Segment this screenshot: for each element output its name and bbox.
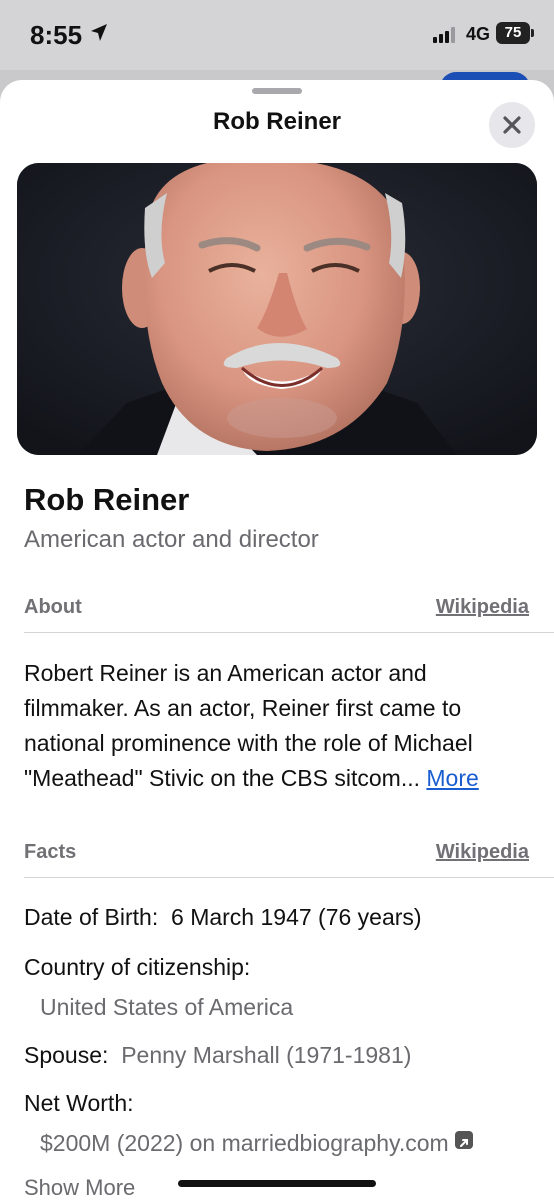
external-link-icon bbox=[454, 1131, 473, 1149]
entity-description: American actor and director bbox=[24, 526, 319, 553]
close-icon bbox=[503, 116, 521, 134]
knowledge-sheet: Rob Reiner Rob Reiner American actor and… bbox=[0, 80, 554, 1200]
about-source-link[interactable]: Wikipedia bbox=[436, 596, 529, 619]
fact-label: Spouse: bbox=[24, 1042, 109, 1068]
fact-value: $200M (2022) on marriedbiography.com bbox=[40, 1130, 449, 1156]
about-heading: About bbox=[24, 596, 82, 618]
fact-spouse: Spouse: Penny Marshall (1971-1981) bbox=[24, 1042, 411, 1069]
person-photo[interactable] bbox=[17, 163, 537, 455]
fact-citizenship: Country of citizenship: bbox=[24, 954, 250, 981]
more-link[interactable]: More bbox=[426, 765, 478, 791]
about-text: Robert Reiner is an American actor and f… bbox=[24, 656, 534, 796]
location-arrow-icon bbox=[91, 24, 107, 41]
fact-value: 6 March 1947 (76 years) bbox=[171, 904, 422, 930]
sheet-grabber[interactable] bbox=[252, 88, 302, 94]
fact-date-of-birth: Date of Birth: 6 March 1947 (76 years) bbox=[24, 904, 422, 931]
about-divider bbox=[24, 632, 554, 633]
fact-citizenship-value: United States of America bbox=[40, 994, 294, 1020]
about-body: Robert Reiner is an American actor and f… bbox=[24, 660, 473, 791]
sheet-title: Rob Reiner bbox=[212, 108, 341, 135]
fact-label: Country of citizenship: bbox=[24, 954, 251, 980]
battery-tip bbox=[531, 29, 534, 37]
fact-label: Date of Birth: bbox=[24, 904, 159, 930]
status-time: 8:55 bbox=[30, 20, 83, 50]
about-section-header: About Wikipedia bbox=[24, 596, 529, 624]
show-more-button[interactable]: Show More bbox=[24, 1175, 135, 1200]
fact-value: Penny Marshall (1971-1981) bbox=[121, 1042, 412, 1068]
fact-label: Net Worth: bbox=[24, 1090, 134, 1116]
portrait-image bbox=[17, 163, 537, 455]
status-bar: 8:55 4G 75 bbox=[0, 0, 554, 70]
fact-net-worth-value[interactable]: $200M (2022) on marriedbiography.com bbox=[40, 1130, 473, 1157]
facts-section-header: Facts Wikipedia bbox=[24, 841, 529, 869]
facts-divider bbox=[24, 877, 554, 878]
signal-icon bbox=[433, 27, 455, 43]
facts-source-link[interactable]: Wikipedia bbox=[436, 841, 529, 864]
home-indicator bbox=[178, 1180, 376, 1187]
entity-name: Rob Reiner bbox=[24, 482, 190, 517]
facts-heading: Facts bbox=[24, 841, 77, 863]
fact-net-worth: Net Worth: bbox=[24, 1090, 134, 1117]
network-type: 4G bbox=[466, 24, 491, 44]
battery-icon: 75 bbox=[496, 22, 530, 44]
close-button[interactable] bbox=[489, 102, 535, 148]
